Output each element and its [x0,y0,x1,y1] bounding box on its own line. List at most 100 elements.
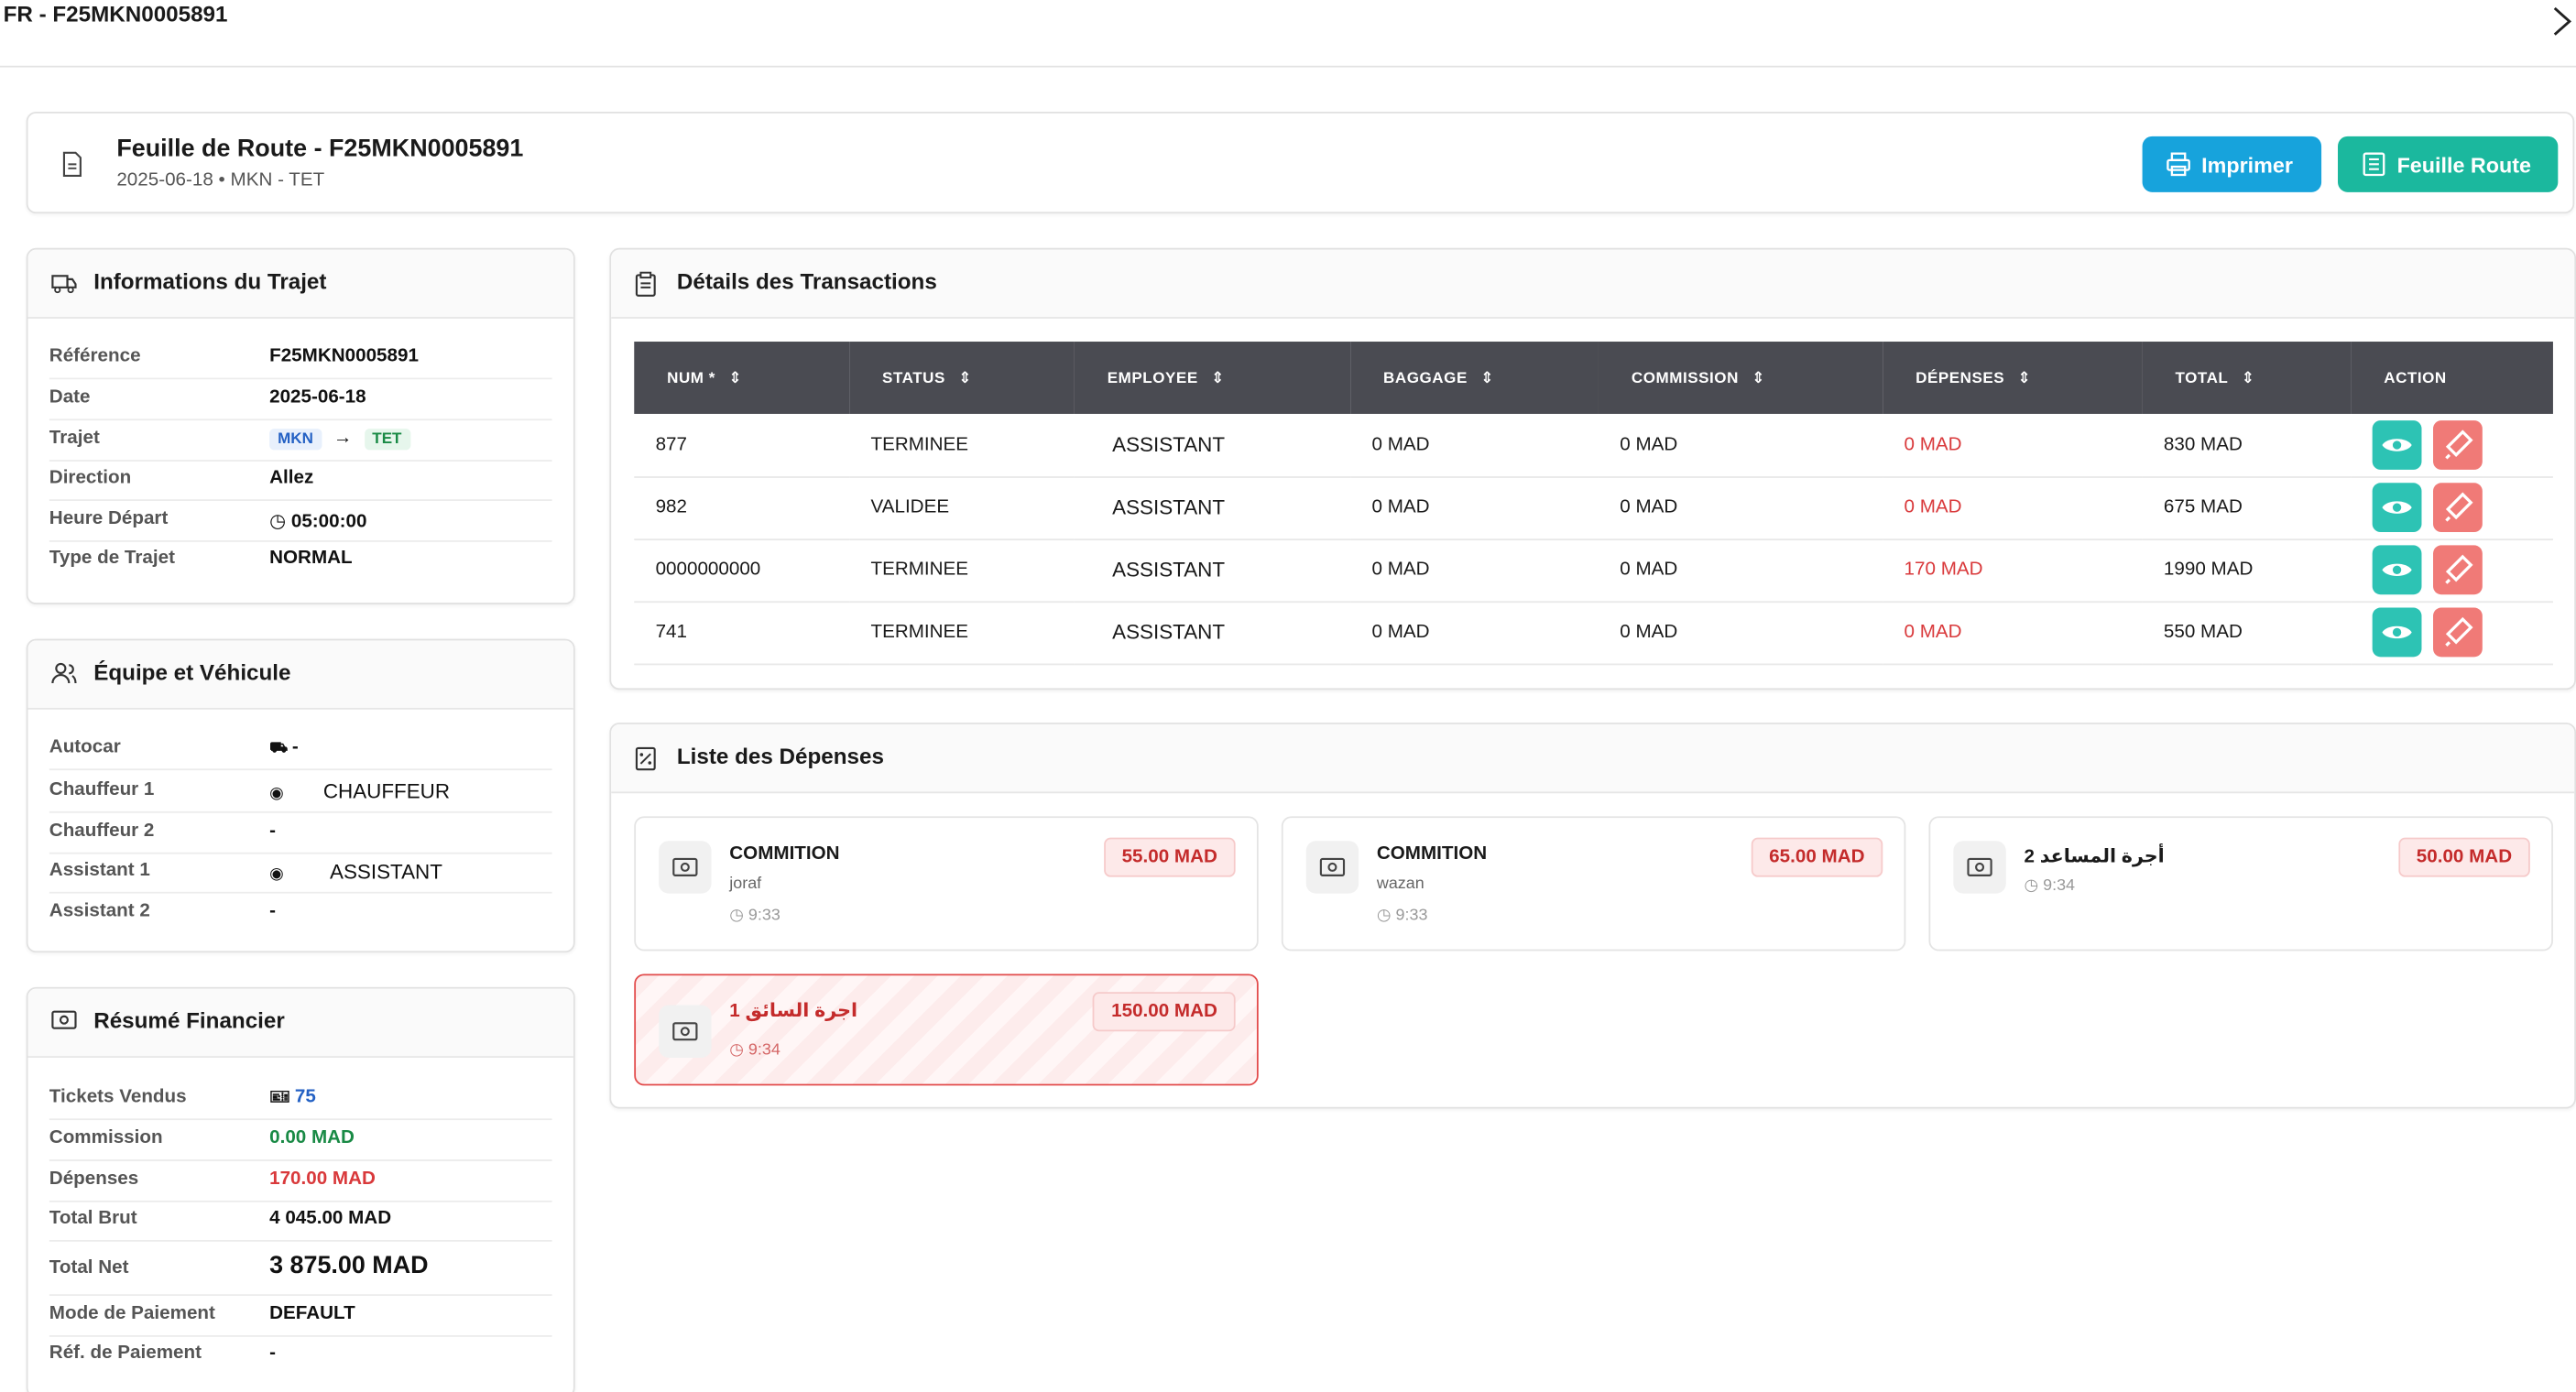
transactions-title: Détails des Transactions [676,269,937,295]
delete-button[interactable] [2433,545,2483,595]
sort-icon[interactable]: ⇕ [958,369,972,387]
row-direction: Direction Allez [49,460,552,501]
sort-icon[interactable]: ⇕ [2242,369,2255,387]
cell-num: 877 [634,413,850,477]
expense-card-highlighted[interactable]: اجرة السائق 1 ◷ 9:34 150.00 MAD [634,973,1259,1086]
value: 3 875.00 MAD [269,1251,429,1280]
clock-icon: ◷ [729,906,748,925]
sort-icon[interactable]: ⇕ [1752,369,1765,387]
eraser-icon [2445,616,2473,647]
chauffeur1-value: CHAUFFEUR [322,779,451,803]
cell-baggage: 0 MAD [1350,413,1599,477]
sort-icon[interactable]: ⇕ [2018,369,2032,387]
view-button[interactable] [2372,419,2422,470]
table-row: 741 TERMINEE ASSISTANT 0 MAD 0 MAD 0 MAD 550 M… [634,601,2553,665]
delete-button[interactable] [2433,607,2483,658]
view-button[interactable] [2372,545,2422,595]
expense-name: اجرة السائق 1 [729,1001,858,1022]
value: ◉ ASSISTANT [269,861,442,884]
top-bar: FR - F25MKN0005891 [0,0,2576,68]
depenses-card: Liste des Dépenses COMMITION joraf ◷ 9:3… [609,723,2576,1109]
document-icon [62,151,82,177]
trajet-card: Informations du Trajet Référence F25MKN00… [26,247,575,604]
money-icon [1953,841,2006,894]
row-date: Date 2025-06-18 [49,379,552,420]
chevron-right-icon[interactable] [2547,4,2576,39]
label: Mode de Paiement [49,1303,215,1324]
print-button[interactable]: Imprimer [2142,136,2322,192]
label: Tickets Vendus [49,1087,187,1107]
expense-card[interactable]: COMMITION wazan ◷ 9:33 65.00 MAD [1281,816,1906,952]
time-value: 9:33 [1395,906,1428,925]
value: - [269,1343,277,1364]
expense-card[interactable]: COMMITION joraf ◷ 9:33 55.00 MAD [634,816,1259,952]
expense-name: COMMITION [729,843,840,865]
label: Réf. de Paiement [49,1343,202,1364]
sort-icon[interactable]: ⇕ [1480,369,1494,387]
row-type: Type de Trajet NORMAL [49,540,552,581]
resume-card: Résumé Financier Tickets Vendus 🎫︎ 75 Com… [26,986,575,1392]
col-label: EMPLOYEE [1107,368,1198,387]
expense-time: ◷ 9:34 [2024,877,2075,896]
view-button[interactable] [2372,483,2422,533]
label: Heure Départ [49,508,169,529]
cell-num: 0000000000 [634,538,850,603]
expense-name: COMMITION [1376,843,1488,865]
value: NORMAL [269,548,353,569]
label: Total Net [49,1257,129,1278]
col-label: NUM * [667,368,715,387]
money-icon [1305,841,1359,894]
expense-amount: 55.00 MAD [1103,837,1236,877]
equipe-card: Équipe et Véhicule Autocar ⛟ - Chauffeur … [26,638,575,953]
label: Assistant 2 [49,901,150,922]
eye-icon [2382,438,2412,451]
value: 170.00 MAD [269,1169,376,1190]
ticket-icon: 🎫︎ [269,1089,295,1107]
money-icon [659,841,712,894]
page: FR - F25MKN0005891 Feuille de Route - F2… [0,0,2576,1392]
expense-card[interactable]: أجرة المساعد 2 ◷ 9:34 50.00 MAD [1928,816,2553,952]
clock-icon: ◷ [1376,906,1396,925]
cell-num: 741 [634,601,850,665]
route-header-card: Feuille de Route - F25MKN0005891 2025-06… [26,111,2575,214]
cell-action [2351,476,2553,540]
page-title: Feuille de Route - F25MKN0005891 [116,135,524,163]
feuille-route-button[interactable]: Feuille Route [2338,136,2559,192]
row-assistant1: Assistant 1 ◉ ASSISTANT [49,853,552,893]
table-row: 0000000000 TERMINEE ASSISTANT 0 MAD 0 MAD 170… [634,538,2553,603]
resume-title: Résumé Financier [93,1008,285,1034]
col-total[interactable]: TOTAL ⇕ [2143,342,2352,414]
row-reference: Référence F25MKN0005891 [49,338,552,379]
delete-button[interactable] [2433,419,2483,470]
row-assistant2: Assistant 2 - [49,894,552,934]
row-ref-paiement: Réf. de Paiement - [49,1335,552,1376]
col-commission[interactable]: COMMISSION ⇕ [1599,342,1883,414]
row-autocar: Autocar ⛟ - [49,729,552,770]
tickets-value: 75 [294,1087,316,1107]
cell-total: 675 MAD [2142,476,2352,540]
row-tickets: Tickets Vendus 🎫︎ 75 [49,1079,552,1120]
label: Chauffeur 2 [49,821,155,842]
col-status[interactable]: STATUS ⇕ [849,342,1075,414]
time-value: 9:33 [748,906,780,925]
col-employee[interactable]: EMPLOYEE ⇕ [1075,342,1350,414]
cell-commission: 0 MAD [1598,476,1883,540]
delete-button[interactable] [2433,483,2483,533]
col-num[interactable]: NUM * ⇕ [634,342,849,414]
col-depenses[interactable]: DÉPENSES ⇕ [1883,342,2142,414]
value: F25MKN0005891 [269,346,419,366]
clock-icon: ◷ [729,1041,748,1060]
row-total-net: Total Net 3 875.00 MAD [49,1242,552,1296]
value: ◉ CHAUFFEUR [269,780,450,803]
label: Autocar [49,737,121,757]
time-value: 9:34 [748,1041,780,1060]
trajet-title: Informations du Trajet [93,269,327,295]
label: Type de Trajet [49,548,175,569]
value: 4 045.00 MAD [269,1208,392,1229]
view-button[interactable] [2372,607,2422,658]
col-baggage[interactable]: BAGGAGE ⇕ [1350,342,1599,414]
sort-icon[interactable]: ⇕ [728,369,742,387]
label: Chauffeur 1 [49,779,155,800]
sort-icon[interactable]: ⇕ [1211,369,1225,387]
printer-icon [2167,152,2190,177]
